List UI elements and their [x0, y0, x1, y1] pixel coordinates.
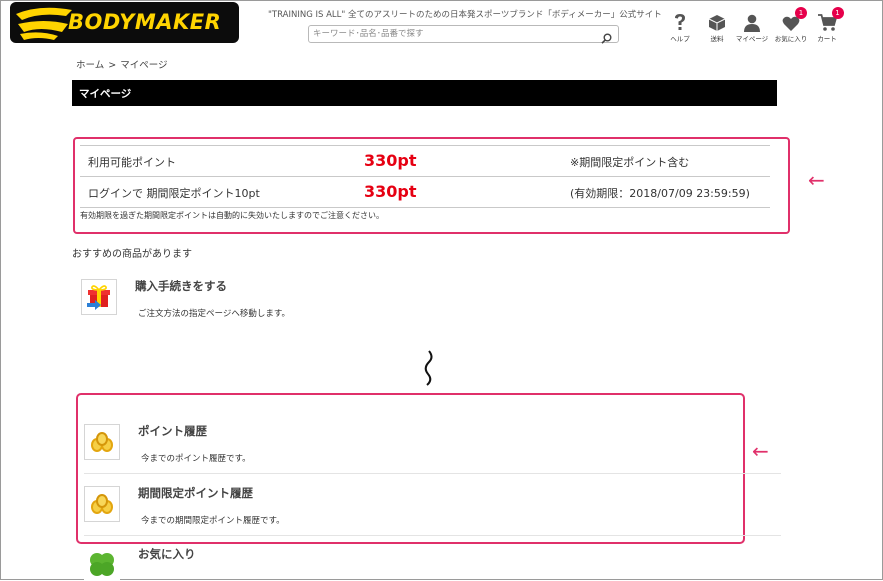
nav-favorites[interactable]: 1 お気に入り	[773, 7, 809, 43]
page-title-bar: マイページ	[72, 80, 777, 106]
breadcrumb-current: マイページ	[120, 60, 168, 71]
cart-icon: 1	[817, 7, 844, 32]
cart-badge: 1	[831, 7, 844, 19]
nav-mypage[interactable]: マイページ	[734, 12, 770, 43]
nav-shipping-label: 送料	[710, 35, 724, 43]
menu-item-desc: ご注文方法の指定ページへ移動します。	[138, 309, 290, 319]
recommend-heading: おすすめの商品があります	[72, 249, 192, 260]
points-expiry-warning: 有効期限を過ぎた期間限定ポイントは自動的に失効いたしますのでご注意ください。	[80, 211, 384, 220]
points-row-available: 利用可能ポイント 330pt ※期間限定ポイント含む	[80, 146, 770, 177]
help-icon	[673, 12, 687, 32]
user-icon	[743, 12, 761, 32]
menu-item-title[interactable]: 購入手続きをする	[135, 278, 227, 294]
points-value: 330pt	[364, 182, 417, 201]
coins-icon	[84, 486, 120, 522]
breadcrumb-home[interactable]: ホーム	[76, 60, 104, 71]
site-tagline: "TRAINING IS ALL" 全てのアスリートのための日本発スポーツブラン…	[268, 10, 662, 20]
nav-favorites-label: お気に入り	[774, 35, 808, 43]
search-box	[308, 25, 619, 44]
box-icon	[708, 12, 726, 32]
menu-item-desc: 今までのポイント履歴です。	[141, 454, 251, 464]
heart-icon: 1	[782, 7, 807, 32]
points-label: 利用可能ポイント	[88, 156, 176, 169]
points-expiry: (有効期限：2018/07/09 23:59:59)	[570, 187, 750, 200]
nav-cart[interactable]: 1 カート	[809, 7, 845, 43]
search-input[interactable]	[313, 27, 593, 41]
favorites-badge: 1	[795, 7, 807, 19]
breadcrumb-separator: >	[108, 60, 117, 71]
nav-mypage-label: マイページ	[735, 35, 769, 43]
divider	[84, 535, 781, 536]
omission-wave-icon	[424, 350, 433, 386]
points-label: ログインで 期間限定ポイント10pt	[88, 187, 260, 200]
points-summary-box: 利用可能ポイント 330pt ※期間限定ポイント含む ログインで 期間限定ポイン…	[73, 137, 790, 234]
menu-item-title[interactable]: ポイント履歴	[138, 423, 207, 439]
menu-item-title[interactable]: お気に入り	[138, 546, 196, 562]
annotation-arrow-icon: ←	[808, 168, 825, 192]
page-title: マイページ	[79, 88, 132, 100]
points-row-limited: ログインで 期間限定ポイント10pt 330pt (有効期限：2018/07/0…	[80, 177, 770, 208]
coins-icon	[84, 424, 120, 460]
points-value: 330pt	[364, 151, 417, 170]
nav-shipping[interactable]: 送料	[699, 12, 735, 43]
menu-item-desc: 今までの期間限定ポイント履歴です。	[141, 516, 285, 526]
points-table: 利用可能ポイント 330pt ※期間限定ポイント含む ログインで 期間限定ポイン…	[80, 145, 770, 208]
nav-help[interactable]: ヘルプ	[662, 12, 698, 43]
logo[interactable]: BODYMAKER	[10, 2, 239, 43]
gift-icon	[81, 279, 117, 315]
breadcrumb: ホーム > マイページ	[76, 57, 172, 71]
clover-icon	[84, 547, 120, 581]
logo-text: BODYMAKER	[68, 10, 222, 34]
nav-cart-label: カート	[817, 35, 837, 43]
divider	[84, 473, 781, 474]
points-note: ※期間限定ポイント含む	[570, 156, 690, 169]
nav-help-label: ヘルプ	[670, 35, 690, 43]
search-icon[interactable]	[601, 29, 612, 48]
annotation-arrow-icon: ←	[752, 439, 769, 463]
menu-item-title[interactable]: 期間限定ポイント履歴	[138, 485, 253, 501]
